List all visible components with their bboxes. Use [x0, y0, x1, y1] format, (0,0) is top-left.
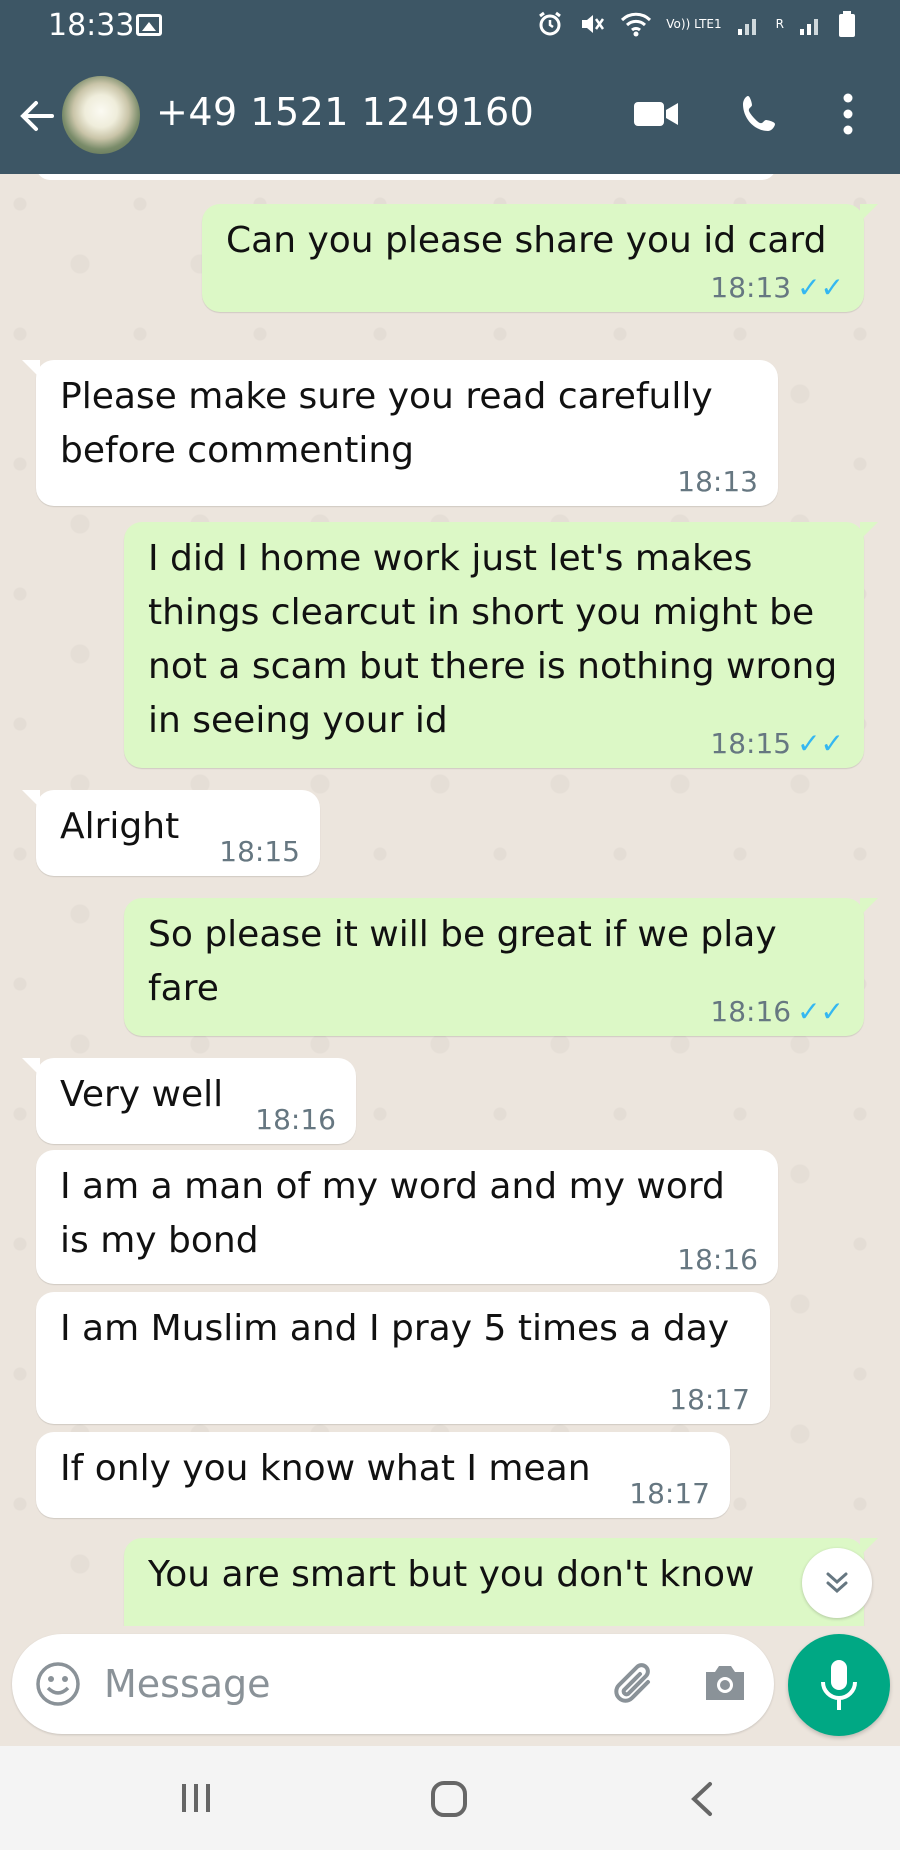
- message-text: If only you know what I mean: [60, 1448, 591, 1489]
- attach-icon[interactable]: [610, 1660, 660, 1710]
- read-ticks-icon: ✓✓: [797, 271, 844, 304]
- android-nav-bar: [0, 1746, 900, 1850]
- message-incoming[interactable]: I am a man of my word and my word is my …: [36, 1150, 778, 1284]
- mic-button[interactable]: [788, 1634, 890, 1736]
- camera-icon[interactable]: [702, 1662, 748, 1704]
- message-meta: 18:15: [219, 836, 300, 868]
- message-meta: 18:17: [629, 1478, 710, 1510]
- previous-message-edge: [36, 174, 776, 180]
- nav-home-icon[interactable]: [430, 1780, 468, 1818]
- wifi-icon: [621, 12, 652, 37]
- status-bar: 18:33 Vo)) LTE1 R: [0, 0, 900, 52]
- phone-icon[interactable]: [738, 92, 782, 136]
- mic-icon: [821, 1660, 857, 1710]
- roaming-label: R: [775, 17, 784, 31]
- message-meta: 18:16 ✓✓: [710, 996, 844, 1028]
- message-time: 18:15: [710, 727, 792, 760]
- message-input[interactable]: [104, 1656, 584, 1712]
- message-text: I am a man of my word and my word is my …: [60, 1166, 725, 1261]
- message-meta: 18:13 ✓✓: [710, 272, 844, 304]
- signal-icon: [737, 19, 756, 35]
- scroll-down-button[interactable]: [802, 1548, 872, 1618]
- message-time: 18:13: [710, 271, 792, 304]
- message-text: I did I home work just let's makes thing…: [148, 538, 838, 741]
- nav-back-icon[interactable]: [686, 1780, 716, 1818]
- message-outgoing[interactable]: Can you please share you id card 18:13 ✓✓: [202, 204, 878, 312]
- mute-icon: [582, 15, 605, 33]
- avatar[interactable]: [62, 76, 140, 154]
- message-incoming[interactable]: Alright 18:15: [22, 790, 320, 876]
- chat-area[interactable]: Can you please share you id card 18:13 ✓✓…: [0, 174, 900, 1626]
- scroll-down-icon: [826, 1572, 848, 1594]
- message-outgoing[interactable]: You are smart but you don't know: [124, 1538, 878, 1626]
- message-time: 18:17: [629, 1477, 710, 1510]
- message-outgoing[interactable]: I did I home work just let's makes thing…: [124, 522, 878, 768]
- message-time: 18:15: [219, 835, 300, 868]
- nav-recents-icon[interactable]: [178, 1782, 214, 1814]
- read-ticks-icon: ✓✓: [797, 995, 844, 1028]
- message-incoming[interactable]: I am Muslim and I pray 5 times a day 18:…: [36, 1292, 770, 1424]
- network-label: Vo)) LTE1: [666, 17, 722, 31]
- signal-icon-2: [800, 19, 818, 35]
- message-composer: [12, 1634, 774, 1734]
- alarm-icon: [539, 11, 562, 36]
- menu-icon[interactable]: [840, 92, 856, 136]
- contact-name[interactable]: +49 1521 1249160: [156, 90, 534, 134]
- message-meta: 18:17: [669, 1384, 750, 1416]
- battery-icon: [839, 11, 855, 37]
- message-incoming[interactable]: Please make sure you read carefully befo…: [22, 360, 778, 506]
- message-incoming[interactable]: If only you know what I mean 18:17: [36, 1432, 730, 1518]
- message-text: I am Muslim and I pray 5 times a day: [60, 1308, 730, 1349]
- back-arrow-icon[interactable]: [16, 96, 56, 136]
- chat-header: +49 1521 1249160: [0, 52, 900, 174]
- message-time: 18:16: [677, 1243, 758, 1276]
- message-incoming[interactable]: Very well 18:16: [22, 1058, 356, 1144]
- message-time: 18:13: [677, 465, 758, 498]
- emoji-icon[interactable]: [34, 1660, 82, 1708]
- message-meta: 18:16: [255, 1104, 336, 1136]
- message-meta: 18:15 ✓✓: [710, 728, 844, 760]
- status-icons: Vo)) LTE1 R: [536, 10, 856, 38]
- message-outgoing[interactable]: So please it will be great if we play fa…: [124, 898, 878, 1036]
- gallery-notification-icon: [136, 14, 162, 36]
- message-text: Please make sure you read carefully befo…: [60, 376, 713, 471]
- message-meta: 18:13: [677, 466, 758, 498]
- message-time: 18:17: [669, 1383, 750, 1416]
- message-text: Can you please share you id card: [226, 220, 827, 261]
- video-call-icon[interactable]: [632, 98, 680, 130]
- message-time: 18:16: [710, 995, 792, 1028]
- message-time: 18:16: [255, 1103, 336, 1136]
- status-time: 18:33: [48, 8, 135, 43]
- message-meta: 18:16: [677, 1244, 758, 1276]
- message-text: You are smart but you don't know: [148, 1554, 755, 1595]
- read-ticks-icon: ✓✓: [797, 727, 844, 760]
